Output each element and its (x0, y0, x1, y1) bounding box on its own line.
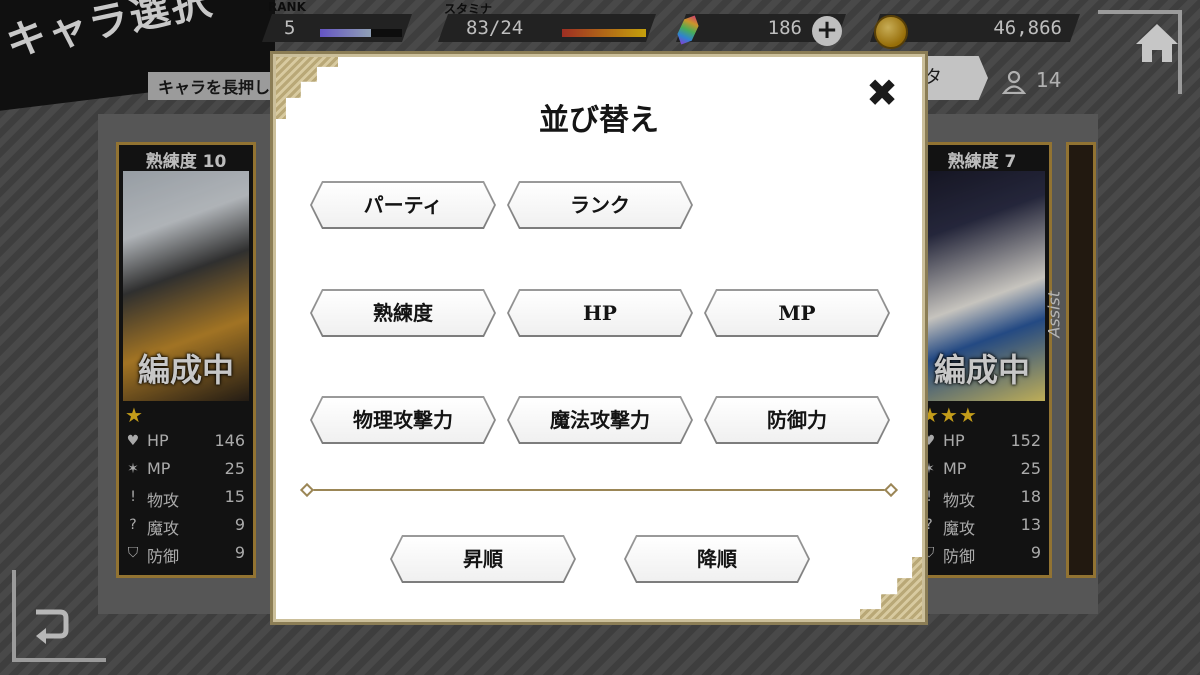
sort-defense-button[interactable]: 防御力 (704, 396, 890, 444)
order-label: 降順 (626, 537, 808, 581)
sort-phys-atk-button[interactable]: 物理攻撃力 (310, 396, 496, 444)
sort-mag-atk-button[interactable]: 魔法攻撃力 (507, 396, 693, 444)
sort-option-label: MP (706, 291, 888, 335)
order-label: 昇順 (392, 537, 574, 581)
sort-option-label: 熟練度 (312, 291, 494, 335)
sort-rank-button[interactable]: ランク (507, 181, 693, 229)
sort-option-label: 魔法攻撃力 (509, 398, 691, 442)
sort-party-button[interactable]: パーティ (310, 181, 496, 229)
descending-button[interactable]: 降順 (624, 535, 810, 583)
divider (308, 489, 890, 491)
corner-ornament (860, 557, 922, 619)
sort-option-label: 防御力 (706, 398, 888, 442)
ascending-button[interactable]: 昇順 (390, 535, 576, 583)
sort-option-label: パーティ (312, 183, 494, 227)
dialog-title: 並び替え (539, 103, 659, 138)
sort-hp-button[interactable]: HP (507, 289, 693, 337)
close-icon[interactable]: ✖ (864, 74, 900, 112)
sort-option-label: ランク (509, 183, 691, 227)
sort-mastery-button[interactable]: 熟練度 (310, 289, 496, 337)
sort-option-label: 物理攻撃力 (312, 398, 494, 442)
sort-option-label: HP (509, 291, 691, 335)
sort-mp-button[interactable]: MP (704, 289, 890, 337)
sort-dialog: 並び替え ✖ パーティ ランク 熟練度 HP MP 物理攻撃力 魔法攻撃力 防御… (273, 54, 925, 622)
